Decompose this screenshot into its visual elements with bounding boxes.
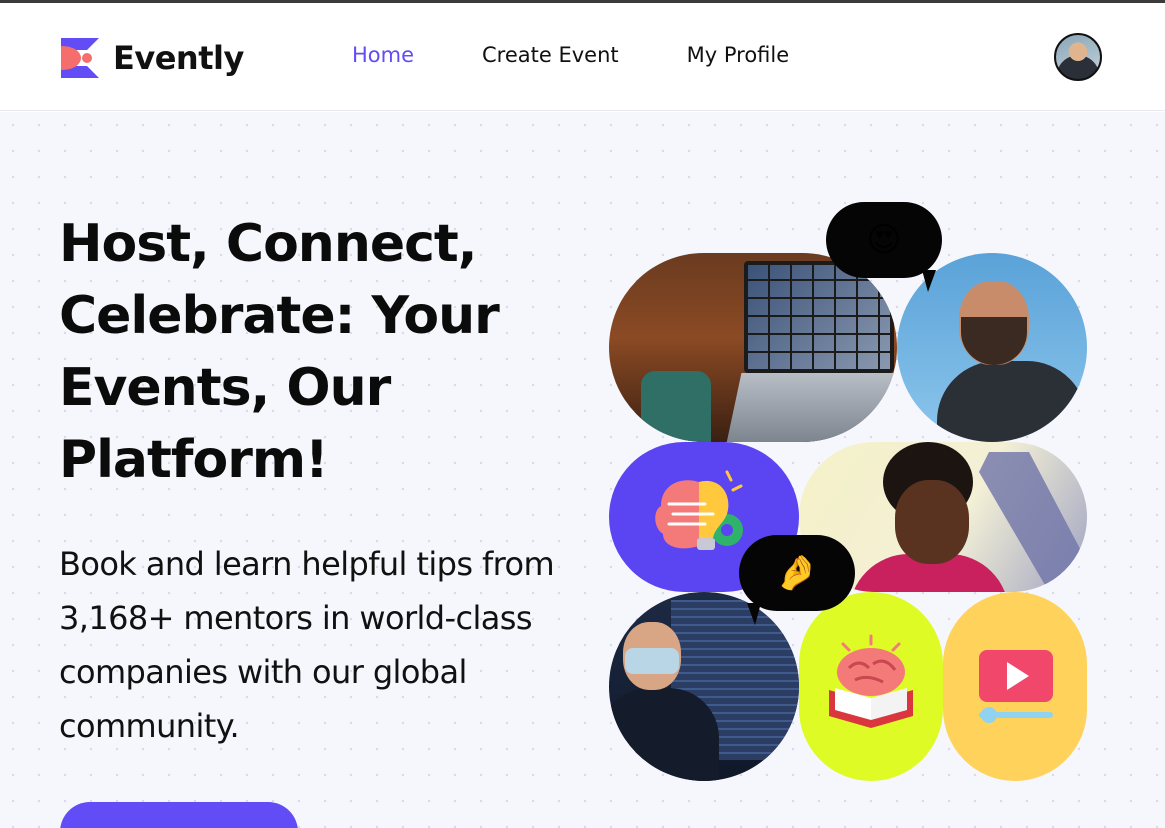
user-avatar[interactable] <box>1054 33 1102 81</box>
hero-title: Host, Connect, Celebrate: Your Events, O… <box>59 214 500 490</box>
nav-my-profile-link[interactable]: My Profile <box>687 43 790 67</box>
woman-face-shape <box>895 480 969 564</box>
pinch-bubble: 🤌 <box>739 535 855 611</box>
nav-home-link[interactable]: Home <box>352 43 414 67</box>
heart-eyes-bubble: 😍 <box>826 202 942 278</box>
laptop-base-shape <box>726 373 897 442</box>
pinched-fingers-emoji-icon: 🤌 <box>775 553 819 593</box>
laptop-video-call-photo <box>609 253 897 442</box>
teacher-photo <box>609 592 799 781</box>
face-mask-shape <box>625 648 679 674</box>
site-header: Evently Home Create Event My Profile <box>0 3 1165 111</box>
evently-logo-icon <box>59 36 101 80</box>
logo[interactable]: Evently <box>59 36 244 80</box>
brain-book-icon <box>829 634 913 728</box>
brain-book-tile <box>799 592 943 781</box>
main-nav: Home Create Event My Profile <box>352 43 857 67</box>
hero-subtitle: Book and learn helpful tips from 3,168+ … <box>59 545 555 745</box>
video-player-tile <box>943 592 1087 781</box>
video-player-icon <box>979 650 1053 723</box>
nav-create-event-link[interactable]: Create Event <box>482 43 619 67</box>
brand-name: Evently <box>113 39 244 77</box>
teacher-body-shape <box>609 688 719 781</box>
explore-now-button[interactable] <box>60 802 298 828</box>
man-body-shape <box>937 361 1087 442</box>
mug-shape <box>641 371 711 442</box>
man-beard-shape <box>961 317 1027 365</box>
heart-eyes-emoji-icon: 😍 <box>866 220 902 260</box>
